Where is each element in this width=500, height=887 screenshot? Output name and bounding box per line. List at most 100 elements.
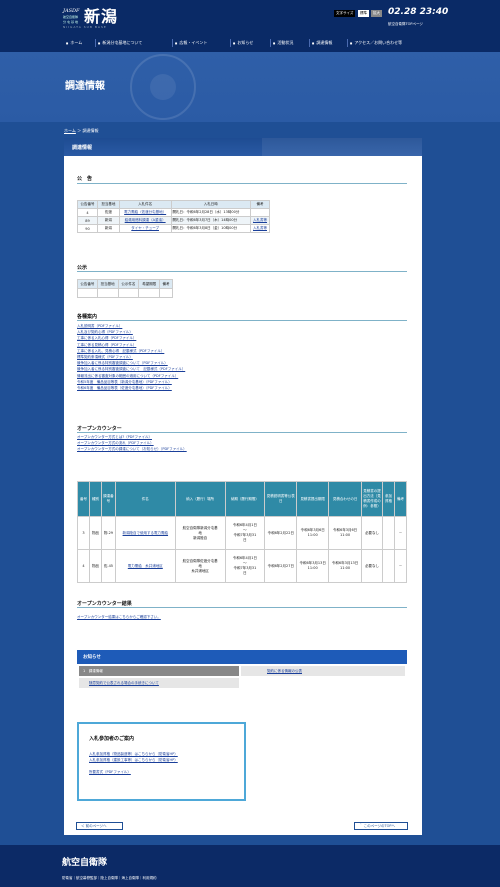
logo-sub: 航空自衛隊 [63,15,79,19]
section-divider [77,432,407,433]
koji-header: 希望期限 [138,279,161,289]
opencounter-link[interactable]: オープンカウンター方式の調達について（お知らせ）（PDFファイル） [77,446,187,452]
nav-item-access[interactable]: アクセス／お問い合わせ等 [350,40,402,46]
info-link[interactable]: 競争加入者に係る特別審査調査について 記載様式（PDFファイル） [77,366,185,372]
kokoku-table: 公告番号 担当基地 入札件名 入札日時 備考 4 佐渡 電力需給（佐渡分屯基地）… [77,200,270,233]
oc-header: 見積書提出期限 [296,481,330,517]
logo-jasdf[interactable]: JASDF [63,8,80,14]
oc-header: 番号 [77,481,90,517]
cell-line: 11:00 [307,566,318,570]
cell-line: 11:00 [307,533,318,537]
table-cell: 89 [77,216,98,225]
koji-header: 担当基地 [96,279,119,289]
section-divider [77,271,407,272]
oc-header: 見積書の提出方法（見積書作成の例：参照） [361,481,383,517]
cell-line: 航空自衛隊佐渡分屯基 [182,558,218,563]
emblem-icon [130,54,196,120]
oc-header: 備考 [393,481,408,517]
notice-tab-contract[interactable]: 契約に係る情報の公表 [241,666,405,676]
info-title: 各種案内 [77,314,98,320]
nav-divider [347,39,348,47]
koji-header: 公告番号 [77,279,98,289]
koji-header: 備考 [159,279,173,289]
notice-tab-label: 契約に係る情報の公表 [267,669,302,673]
section-divider [77,320,407,321]
oc-item-link[interactable]: 新潟陸自で使用する電力需給 [114,516,176,550]
kokoku-header: 入札日時 [170,200,252,209]
kokoku-header: 担当基地 [96,200,120,209]
font-size-large-button[interactable]: 拡大 [371,10,382,17]
table-cell: 佐-45 [100,549,116,583]
table-cell: － [393,516,408,550]
nav-divider [230,39,231,47]
koji-title: 公示 [77,265,88,271]
info-link[interactable]: 令和6年度 備品品目等表（佐渡分屯基地）（PDFファイル） [77,385,185,391]
guide-link[interactable]: 入札参加資格（建設工事等）はこちらから（防衛省HP） [89,757,178,763]
nav-item-activities[interactable]: 活動状況 [273,40,293,46]
table-cell: 必要なし [361,516,383,550]
table-cell: 航空自衛隊佐渡分屯基 地 糸井浦地区 [174,549,226,583]
notice-box: お知らせ 1 調達情報 契約に係る情報の公表 随意契約で公表される場合の手続きに… [77,650,407,696]
prev-page-button[interactable]: ＜ 前のページへ [76,822,123,830]
bid-docs-link[interactable]: 入札書等 [250,216,270,225]
breadcrumb-separator: ＞ [77,128,82,133]
oc-header: 件名 [114,481,176,517]
nav-item-events[interactable]: 広報・イベント [175,40,207,46]
table-row [77,288,173,298]
table-cell: 令和6年2月27日 [264,549,298,583]
breadcrumb-home[interactable]: ホーム [64,128,76,133]
nav-item-news[interactable]: お知らせ [233,40,253,46]
nav-item-home[interactable]: ホーム [66,40,82,46]
nav-item-procurement[interactable]: 調達情報 [312,40,332,46]
table-cell: 物品 [88,516,102,550]
cell-line: 11:00 [340,533,351,537]
footer-title: 航空自衛隊 [62,858,108,868]
table-cell: 航空自衛隊新潟分屯基 地 新潟陸自 [174,516,226,550]
kokoku-header: 入札件名 [118,200,172,209]
cell-line: 航空自衛隊新潟分屯基 [182,525,218,530]
bid-docs-link[interactable]: 入札書等 [250,224,270,233]
table-cell: 開札日：令和6年3月8日（金）10時00分 [170,224,252,233]
table-cell: 開札日：令和6年2月28日（水）13時00分 [170,208,252,217]
koji-table: 公告番号 担当基地 公示件名 希望期限 備考 [77,279,173,298]
font-size-label: 文字サイズ [334,10,356,17]
notice-title: お知らせ [83,655,101,660]
nav-divider [95,39,96,47]
nav-divider [309,39,310,47]
jasdf-top-link[interactable]: 航空自衛隊TOPページ [388,22,423,27]
bid-link[interactable]: 給湯用燃料調達（A重油） [118,216,172,225]
logo-city[interactable]: 新潟 [84,3,118,27]
breadcrumb: ホーム ＞ 調達情報 [64,128,98,134]
oc-header: 見積合わせの日 [328,481,363,517]
oc-header: 納期（履行期間） [224,481,266,517]
panel-title: 調達情報 [72,145,93,151]
notice-item[interactable]: 随意契約で公表される場合の手続きについて [79,678,239,688]
oc-result-links: オープンカウンター結果はこちらからご確認下さい。 [77,614,161,620]
table-cell: 令和6年3月13日 11:00 [328,549,363,583]
table-cell [381,549,395,583]
oc-header: 参加資格 [381,481,395,517]
bid-link[interactable]: タイヤ・チューブ [118,224,172,233]
section-divider [77,607,407,608]
table-row: 90 新潟 タイヤ・チューブ 開札日：令和6年3月8日（金）10時00分 入札書… [77,224,270,233]
opencounter-title: オープンカウンター [77,426,122,432]
guide-link[interactable]: 所要書式（PDFファイル） [89,769,178,775]
font-size-standard-button[interactable]: 標準 [358,10,369,17]
oc-header: 調達番号 [100,481,116,517]
notice-tab-procurement[interactable]: 1 調達情報 [79,666,239,676]
table-cell: 令和6年3月6日 11:00 [296,516,330,550]
info-link[interactable]: 情報流出に係る審査対象の範囲の適用について（PDFファイル） [77,373,185,379]
cell-line: 新潟陸自 [193,535,208,540]
table-cell: － [393,549,408,583]
bid-link[interactable]: 電力需給（佐渡分屯基地） [118,208,172,217]
kokoku-header: 公告番号 [77,200,98,209]
kokoku-title: 公 告 [77,176,93,182]
oc-result-link[interactable]: オープンカウンター結果はこちらからご確認下さい。 [77,614,161,620]
table-cell: 新潟 [96,224,120,233]
oc-item-link[interactable]: 電力需給 糸井浦地区 [114,549,176,583]
table-cell [250,208,270,217]
notice-item-link: 随意契約で公表される場合の手続きについて [89,681,159,685]
page-top-button[interactable]: ＾ このページのTOPへ [354,822,408,830]
footer-links[interactable]: 防衛省｜航空幕僚監部｜陸上自衛隊｜海上自衛隊｜利用規約 [62,876,157,881]
nav-item-about[interactable]: 新潟分屯基地について [98,40,142,46]
